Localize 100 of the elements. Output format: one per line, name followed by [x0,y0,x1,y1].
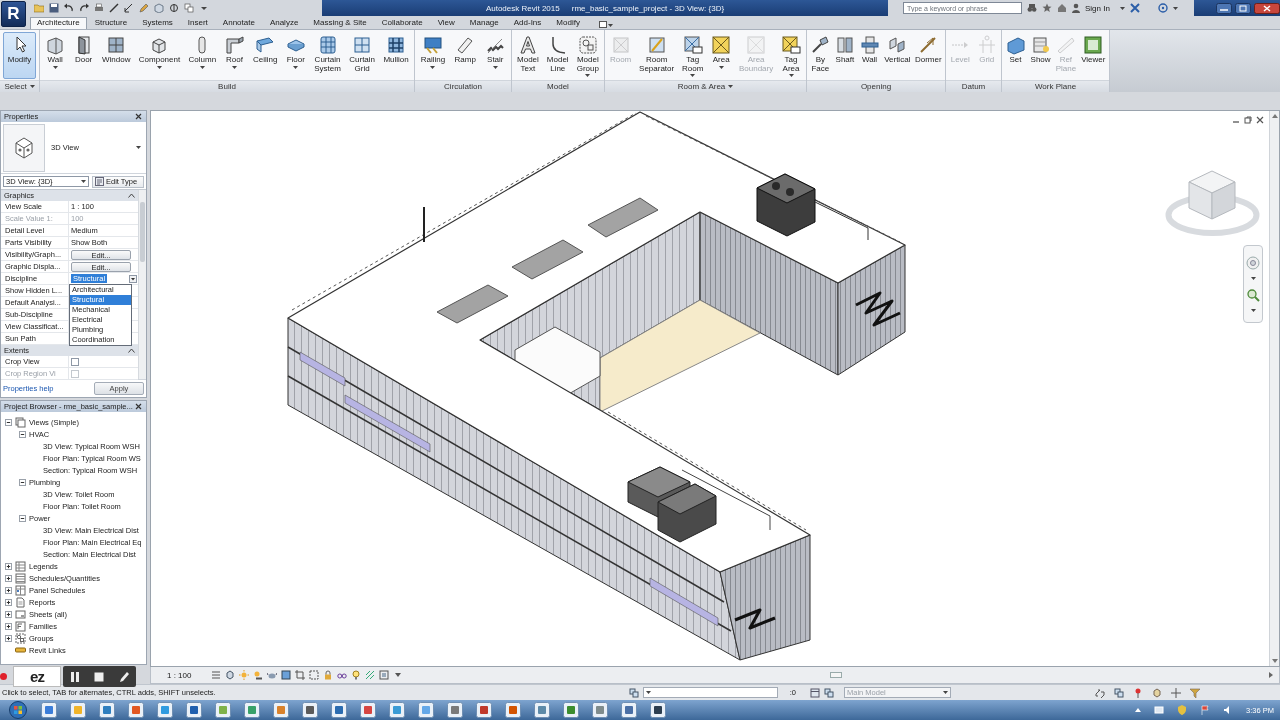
app-tile-icon[interactable] [476,702,492,718]
app-tile-icon[interactable] [447,702,463,718]
app-tile-icon[interactable] [331,702,347,718]
ribbon-tab[interactable]: Add-Ins [506,17,549,29]
slash-icon[interactable] [109,3,119,13]
ring-icon[interactable] [1246,255,1260,270]
caret-icon[interactable] [492,65,498,69]
ribbon-button[interactable]: Model Text [515,32,541,79]
app-tile-icon[interactable] [273,702,289,718]
minus-box-icon[interactable] [19,430,26,438]
caret-icon[interactable] [29,85,35,88]
close-icon[interactable] [135,113,142,120]
hexagon-icon[interactable] [1152,687,1162,698]
ribbon-button[interactable]: Mullion [381,32,411,79]
undo-icon[interactable] [64,3,74,13]
minus-box-icon[interactable] [5,418,12,426]
caret-icon[interactable] [157,65,162,69]
ring-dot-icon[interactable] [1157,3,1168,13]
app-tile-icon[interactable] [534,702,550,718]
app-tile-icon[interactable] [505,702,521,718]
caret-icon[interactable] [728,85,734,88]
ribbon-button[interactable]: Wall [857,32,882,79]
caret-icon[interactable] [1119,6,1125,10]
ribbon-button[interactable]: Door [71,32,96,79]
restore-icon[interactable] [1244,116,1252,124]
caret-icon[interactable] [585,74,591,77]
star-icon[interactable] [1042,3,1052,13]
ribbon-tab[interactable]: Systems [135,17,180,29]
app-tile-icon[interactable] [621,702,637,718]
caret-icon[interactable] [690,74,696,77]
ribbon-button[interactable]: Room Separator [637,32,677,79]
ribbon-button[interactable]: Wall [43,32,68,79]
app-tile-icon[interactable] [186,702,202,718]
app-tile-icon[interactable] [215,702,231,718]
app-tile-icon[interactable] [592,702,608,718]
ribbon-button[interactable]: Curtain System [312,32,343,79]
ribbon-button[interactable]: Component [136,32,183,79]
flag-icon[interactable] [1200,705,1211,715]
grip-icon[interactable] [830,672,843,678]
app-tile-icon[interactable] [157,702,173,718]
plus-box-icon[interactable] [5,574,12,582]
app-tile-icon[interactable] [389,702,405,718]
corner-arrow-icon[interactable] [124,3,134,13]
funnel-icon[interactable] [1190,687,1200,698]
pause-icon[interactable] [70,670,81,683]
application-menu-button[interactable]: R [1,1,26,27]
app-tile-icon[interactable] [650,702,666,718]
framed-square-icon[interactable] [379,670,390,680]
ribbon-button[interactable]: Ramp [452,32,478,79]
ribbon-button[interactable]: Model Line [544,32,571,79]
ribbon-tab[interactable]: Collaborate [374,17,430,29]
ellipse-icon[interactable] [267,670,278,680]
glasses-icon[interactable] [337,670,348,680]
plus-box-icon[interactable] [5,598,12,606]
ribbon-button[interactable]: Vertical [882,32,913,79]
collapse-icon[interactable] [128,193,135,198]
ribbon-button[interactable]: Railing [418,32,448,79]
ribbon-button[interactable]: Ceiling [250,32,280,79]
stacked-squares-icon[interactable] [628,687,639,698]
ribbon-button[interactable]: Floor [283,32,308,79]
tray-up-icon[interactable] [1135,708,1142,712]
app-tile-icon[interactable] [41,702,57,718]
overlapping-squares-icon[interactable] [184,3,194,13]
close-icon[interactable] [1256,116,1264,124]
caret-icon[interactable] [430,65,436,69]
house-icon[interactable] [1057,3,1067,13]
x-mark-icon[interactable] [1129,3,1140,13]
app-tile-icon[interactable] [244,702,260,718]
plus-icon[interactable] [1171,687,1181,698]
caret-icon[interactable] [199,65,205,69]
caret-icon[interactable] [136,146,141,149]
window-icon[interactable] [810,687,820,698]
app-tile-icon[interactable] [70,702,86,718]
padlock-icon[interactable] [323,670,334,680]
caret-icon[interactable] [718,65,724,69]
minus-box-icon[interactable] [19,478,26,486]
plus-box-icon[interactable] [5,610,12,618]
right-arrow-icon[interactable] [1269,672,1273,678]
start-button-icon[interactable] [8,701,28,719]
hexagon-icon[interactable] [225,670,236,680]
maximize-icon[interactable] [1234,2,1251,14]
sign-in-link[interactable]: Sign In [1085,3,1110,13]
caret-icon[interactable] [129,274,137,283]
panel-toggle-icon[interactable] [598,20,613,29]
ribbon-button[interactable]: Curtain Grid [347,32,378,79]
plus-box-icon[interactable] [5,634,12,642]
collapse-icon[interactable] [128,348,135,353]
ribbon-tab[interactable]: Insert [180,17,215,29]
ribbon-button[interactable]: Viewer [1079,32,1108,79]
binoculars-icon[interactable] [1027,3,1037,13]
caret-icon[interactable] [788,74,794,77]
ribbon-button[interactable]: Dormer [912,32,944,79]
ribbon-button[interactable]: Show [1028,32,1053,79]
pencil-icon[interactable] [118,670,129,683]
app-tile-icon[interactable] [418,702,434,718]
ribbon-button[interactable]: Set [1003,32,1028,79]
ribbon-button[interactable]: Window [99,32,133,79]
ribbon-tab[interactable]: Structure [87,17,135,29]
stacked-squares-icon[interactable] [824,687,834,698]
ribbon-button[interactable]: Tag Room [680,32,706,79]
